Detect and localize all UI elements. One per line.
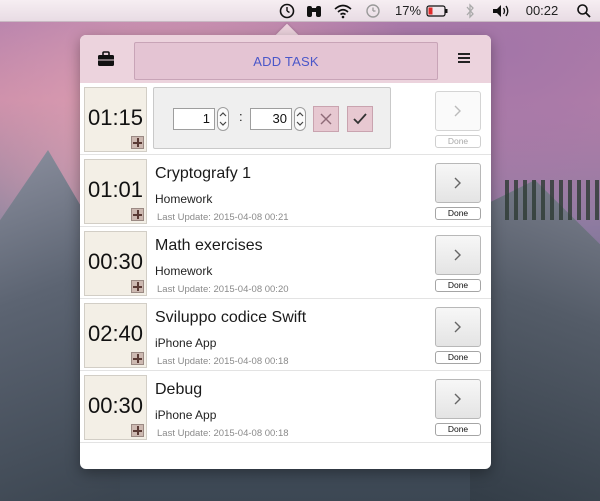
time-display: 02:40	[87, 321, 144, 346]
start-task-button[interactable]	[435, 163, 481, 203]
spotlight-menubar-item[interactable]	[574, 0, 594, 22]
stepper-arrows-icon	[219, 112, 227, 126]
volume-icon	[493, 5, 509, 17]
popover-header: ADD TASK	[80, 35, 491, 83]
timer-app-menubar-item[interactable]	[276, 0, 298, 22]
task-category: Homework	[155, 264, 213, 278]
time-box[interactable]: 00:30	[84, 231, 147, 296]
time-display: 00:30	[87, 249, 144, 274]
done-button[interactable]: Done	[435, 135, 481, 148]
clock-icon	[279, 3, 295, 19]
binoculars-icon	[307, 6, 321, 17]
start-task-button[interactable]	[435, 235, 481, 275]
projects-button[interactable]	[96, 49, 116, 69]
start-task-button[interactable]	[435, 379, 481, 419]
task-title: Sviluppo codice Swift	[155, 309, 307, 326]
time-machine-menubar-item[interactable]	[362, 0, 384, 22]
cancel-edit-button[interactable]	[313, 106, 339, 132]
hours-stepper[interactable]	[217, 107, 229, 131]
wifi-menubar-item[interactable]	[332, 0, 354, 22]
battery-menubar-item[interactable]	[425, 0, 449, 22]
task-title: Debug	[155, 381, 203, 398]
start-task-button[interactable]	[435, 91, 481, 131]
spotlight-search-icon	[577, 4, 591, 18]
minutes-input[interactable]: 30	[250, 108, 292, 130]
time-display: 01:15	[87, 105, 144, 130]
task-row[interactable]: 00:30 Math exercises Homework Last Updat…	[80, 227, 491, 299]
done-button[interactable]: Done	[435, 423, 481, 436]
done-button[interactable]: Done	[435, 351, 481, 364]
stepper-arrows-icon	[296, 112, 304, 126]
task-category: iPhone App	[155, 336, 217, 350]
time-box[interactable]: 01:15	[84, 87, 147, 152]
task-last-update: Last Update: 2015-04-08 00:18	[157, 428, 289, 439]
minutes-stepper[interactable]	[294, 107, 306, 131]
chevron-right-icon	[454, 249, 461, 261]
add-time-icon[interactable]	[131, 136, 144, 149]
battery-percent: 17%	[394, 3, 422, 18]
close-icon	[320, 113, 332, 125]
time-box[interactable]: 00:30	[84, 375, 147, 440]
time-machine-icon	[366, 4, 380, 18]
task-title: Math exercises	[155, 237, 263, 254]
desktop-wallpaper-trees	[505, 180, 600, 220]
chevron-right-icon	[454, 393, 461, 405]
chevron-right-icon	[454, 177, 461, 189]
add-time-icon[interactable]	[131, 208, 144, 221]
time-display: 01:01	[87, 177, 144, 202]
task-row[interactable]: 00:30 Debug iPhone App Last Update: 2015…	[80, 371, 491, 443]
done-button[interactable]: Done	[435, 279, 481, 292]
task-timer-popover: ADD TASK 01:15 1 : 30 Done 01:01 Cryptog…	[80, 35, 491, 469]
task-last-update: Last Update: 2015-04-08 00:20	[157, 284, 289, 295]
edit-time-panel: 1 : 30	[153, 87, 391, 149]
start-task-button[interactable]	[435, 307, 481, 347]
time-box[interactable]: 01:01	[84, 159, 147, 224]
task-last-update: Last Update: 2015-04-08 00:18	[157, 356, 289, 367]
bluetooth-icon	[466, 3, 474, 19]
menubar-clock[interactable]: 00:22	[521, 0, 563, 22]
checkmark-icon	[353, 113, 367, 125]
task-last-update: Last Update: 2015-04-08 00:21	[157, 212, 289, 223]
task-category: iPhone App	[155, 408, 217, 422]
briefcase-icon	[98, 51, 114, 66]
battery-icon	[426, 5, 448, 17]
time-separator: :	[239, 109, 243, 124]
chevron-right-icon	[454, 321, 461, 333]
menu-bar: 17% 00:22	[0, 0, 600, 22]
add-time-icon[interactable]	[131, 424, 144, 437]
hours-input[interactable]: 1	[173, 108, 215, 130]
task-row[interactable]: 01:01 Cryptografy 1 Homework Last Update…	[80, 155, 491, 227]
done-button[interactable]: Done	[435, 207, 481, 220]
binoculars-menubar-item[interactable]	[304, 0, 324, 22]
volume-menubar-item[interactable]	[490, 0, 512, 22]
chevron-right-icon	[454, 105, 461, 117]
task-category: Homework	[155, 192, 213, 206]
time-box[interactable]: 02:40	[84, 303, 147, 368]
task-row-editing: 01:15 1 : 30 Done	[80, 83, 491, 155]
confirm-edit-button[interactable]	[347, 106, 373, 132]
wifi-icon	[334, 4, 352, 19]
task-row[interactable]: 02:40 Sviluppo codice Swift iPhone App L…	[80, 299, 491, 371]
bluetooth-menubar-item[interactable]	[462, 0, 478, 22]
add-time-icon[interactable]	[131, 352, 144, 365]
time-display: 00:30	[87, 393, 144, 418]
task-title: Cryptografy 1	[155, 165, 252, 182]
hamburger-menu-icon	[458, 53, 470, 63]
add-time-icon[interactable]	[131, 280, 144, 293]
add-task-button[interactable]: ADD TASK	[134, 42, 438, 80]
menu-button[interactable]	[458, 53, 470, 65]
